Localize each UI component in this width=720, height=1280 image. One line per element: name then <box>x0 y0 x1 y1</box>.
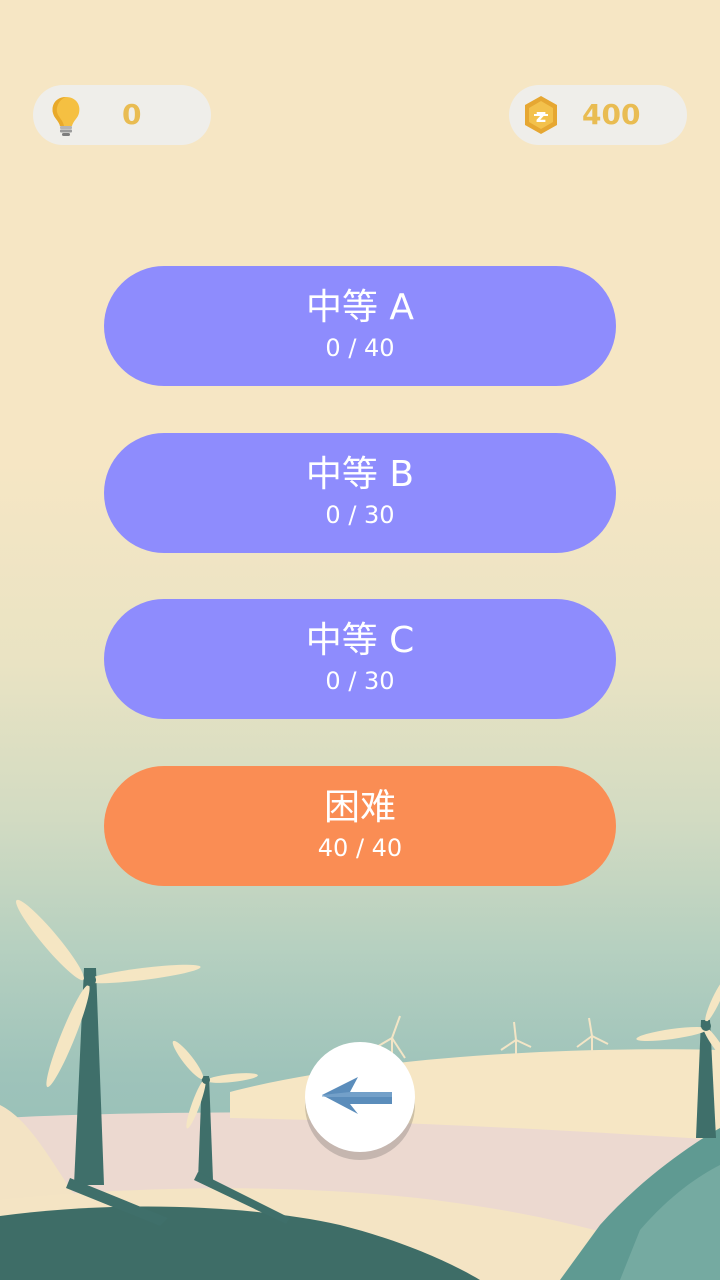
level-name: 困难 <box>323 787 396 828</box>
coin-icon: z <box>525 96 557 134</box>
level-progress: 0 / 40 <box>325 334 395 362</box>
level-name: 中等 B <box>305 454 415 495</box>
distant-turbine-3 <box>576 1017 609 1052</box>
level-button-hard[interactable]: 困难 40 / 40 <box>104 766 616 886</box>
level-progress: 0 / 30 <box>325 501 395 529</box>
hint-count: 0 <box>122 98 142 131</box>
lightbulb-icon <box>52 97 80 136</box>
svg-text:z: z <box>536 106 546 127</box>
coin-count: 400 <box>582 98 641 131</box>
level-progress: 0 / 30 <box>325 667 395 695</box>
back-button[interactable] <box>305 1042 415 1152</box>
distant-turbine-2 <box>500 1021 532 1054</box>
coin-counter[interactable]: z 400 <box>509 85 687 145</box>
level-button-medium-a[interactable]: 中等 A 0 / 40 <box>104 266 616 386</box>
level-name: 中等 C <box>305 620 415 661</box>
level-progress: 40 / 40 <box>317 834 403 862</box>
level-button-medium-b[interactable]: 中等 B 0 / 30 <box>104 433 616 553</box>
level-name: 中等 A <box>305 287 415 328</box>
level-button-medium-c[interactable]: 中等 C 0 / 30 <box>104 599 616 719</box>
hint-counter[interactable]: 0 <box>33 85 211 145</box>
arrow-left-icon <box>322 1077 392 1114</box>
